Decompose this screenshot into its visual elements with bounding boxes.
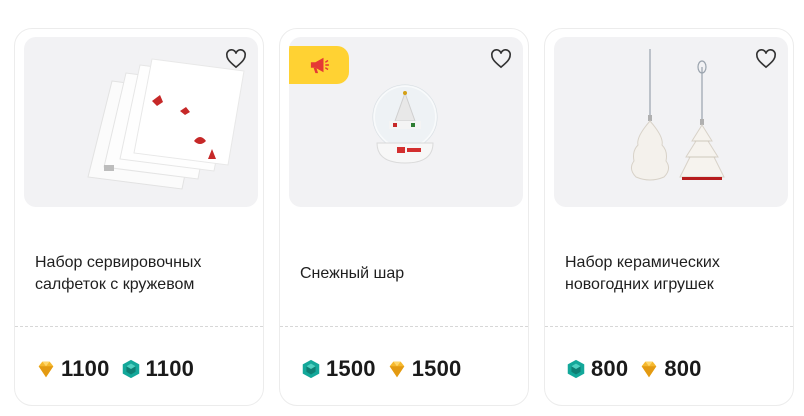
price-teal: 1500 bbox=[300, 356, 376, 382]
price-gold: 1500 bbox=[386, 356, 462, 382]
price-value: 1100 bbox=[145, 356, 195, 381]
product-card[interactable]: Набор сервировочных салфеток с кружевом … bbox=[14, 28, 264, 406]
price-teal: 1100 bbox=[120, 356, 195, 382]
divider bbox=[545, 326, 793, 327]
price-gold: 800 bbox=[638, 356, 701, 382]
product-image-area[interactable] bbox=[554, 37, 788, 207]
product-image-area[interactable] bbox=[24, 37, 258, 207]
divider bbox=[15, 326, 263, 327]
teal-gem-icon bbox=[122, 359, 139, 379]
promo-badge bbox=[289, 46, 349, 84]
gold-diamond-icon bbox=[389, 361, 405, 378]
divider bbox=[280, 326, 528, 327]
product-title[interactable]: Набор керамических новогодних игрушек bbox=[565, 219, 779, 329]
price-value: 1500 bbox=[326, 356, 376, 381]
price-value: 800 bbox=[591, 356, 629, 381]
teal-gem-icon bbox=[567, 359, 585, 379]
price-list: 1100 1100 bbox=[35, 354, 194, 384]
price-list: 1500 1500 bbox=[300, 354, 462, 384]
teal-gem-icon bbox=[302, 359, 320, 379]
favorite-heart-icon[interactable] bbox=[753, 46, 779, 72]
product-image-area[interactable] bbox=[289, 37, 523, 207]
price-value: 800 bbox=[664, 356, 702, 381]
price-list: 800 800 bbox=[565, 354, 702, 384]
gold-diamond-icon bbox=[38, 361, 54, 378]
product-title[interactable]: Набор сервировочных салфеток с кружевом bbox=[35, 219, 249, 329]
product-card[interactable]: Снежный шар 1500 1500 bbox=[279, 28, 529, 406]
product-title[interactable]: Снежный шар bbox=[300, 219, 514, 329]
gold-diamond-icon bbox=[641, 361, 657, 378]
price-teal: 800 bbox=[565, 356, 628, 382]
favorite-heart-icon[interactable] bbox=[488, 46, 514, 72]
price-value: 1100 bbox=[61, 356, 110, 381]
product-grid: Набор сервировочных салфеток с кружевом … bbox=[0, 0, 804, 416]
product-card[interactable]: Набор керамических новогодних игрушек 80… bbox=[544, 28, 794, 406]
price-value: 1500 bbox=[411, 356, 462, 381]
favorite-heart-icon[interactable] bbox=[223, 46, 249, 72]
megaphone-icon bbox=[310, 57, 329, 74]
price-gold: 1100 bbox=[35, 356, 110, 382]
